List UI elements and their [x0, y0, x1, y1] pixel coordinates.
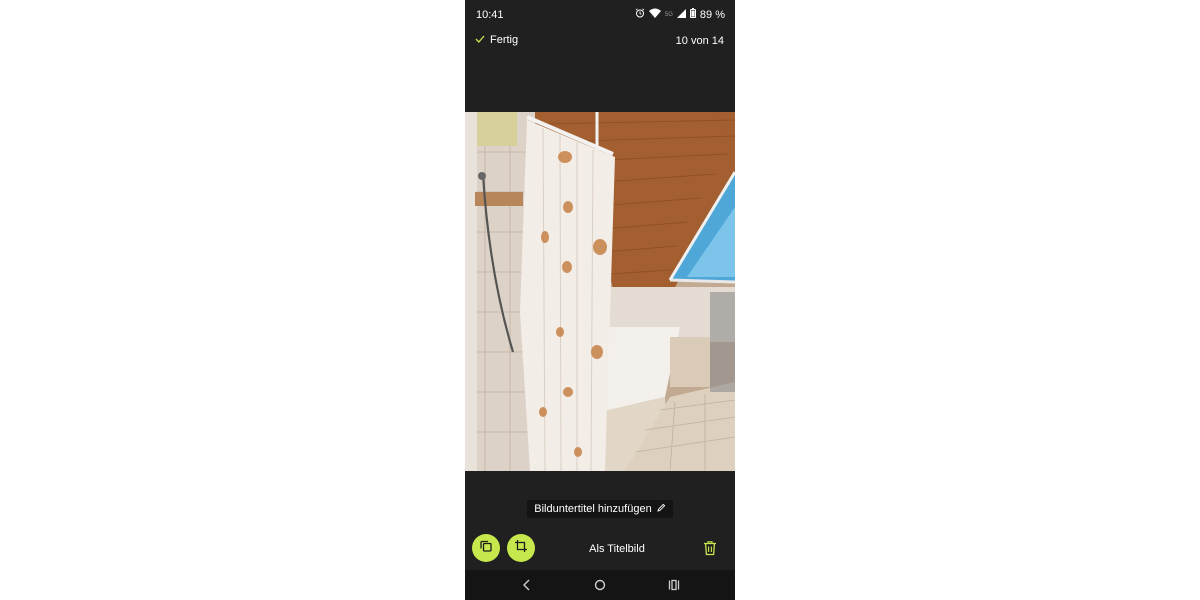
copy-button[interactable]: [472, 534, 500, 562]
back-icon: [517, 579, 537, 597]
status-icons: 5G 89 %: [635, 8, 725, 21]
home-icon: [590, 579, 610, 597]
crop-button[interactable]: [507, 534, 535, 562]
top-bar: Fertig 10 von 14: [465, 30, 735, 54]
add-caption-label: Bilduntertitel hinzufügen: [534, 503, 652, 515]
photo-counter: 10 von 14: [675, 35, 724, 47]
add-caption-button[interactable]: Bilduntertitel hinzufügen: [527, 500, 673, 518]
check-icon: [475, 34, 485, 46]
crop-icon: [514, 539, 528, 558]
pencil-icon: [657, 503, 666, 515]
back-button[interactable]: [517, 577, 537, 593]
recents-icon: [664, 579, 684, 597]
phone-screen: 10:41 5G 89 % Fertig 10 von 14 Bildunter…: [465, 0, 735, 600]
bottom-toolbar: Als Titelbild: [465, 534, 735, 564]
signal-icon: [676, 8, 686, 21]
copy-icon: [479, 539, 493, 558]
home-button[interactable]: [590, 577, 610, 593]
done-button[interactable]: Fertig: [475, 34, 518, 46]
alarm-icon: [635, 8, 645, 21]
status-bar: 10:41 5G 89 %: [465, 0, 735, 30]
bathroom-photo[interactable]: [465, 112, 735, 471]
network-type: 5G: [664, 11, 673, 18]
set-cover-button[interactable]: Als Titelbild: [575, 543, 659, 555]
battery-level: 89 %: [699, 8, 725, 21]
done-label: Fertig: [490, 34, 519, 46]
wifi-icon: [648, 8, 661, 21]
battery-icon: [689, 8, 696, 21]
recents-button[interactable]: [664, 577, 684, 593]
status-time: 10:41: [476, 9, 504, 21]
trash-icon: [703, 541, 717, 560]
navigation-bar: [465, 570, 735, 600]
delete-button[interactable]: [703, 540, 723, 558]
